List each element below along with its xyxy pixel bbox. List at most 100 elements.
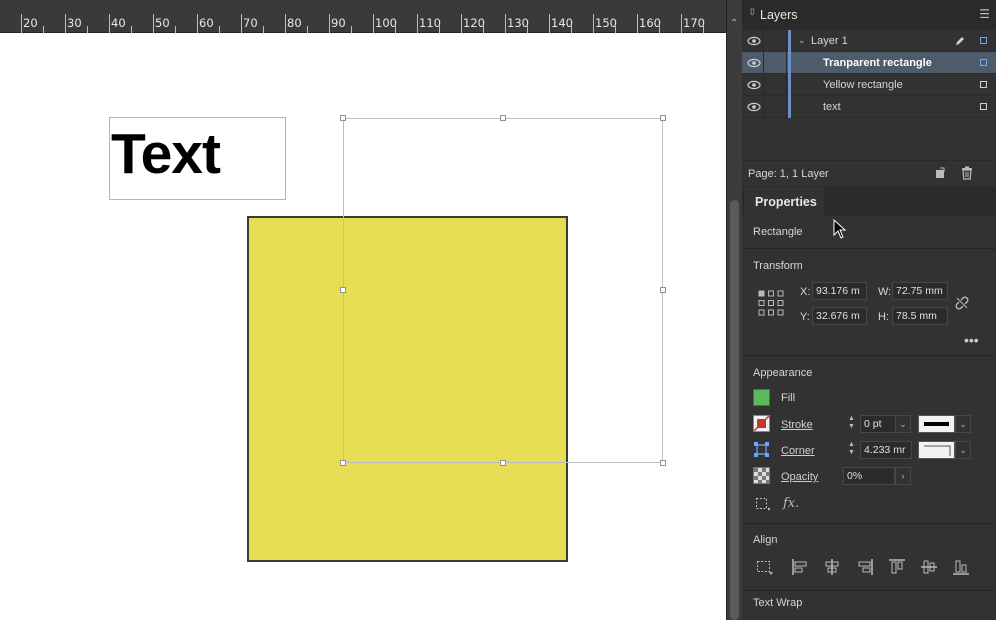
stroke-weight-field[interactable]: 0 pt (860, 415, 896, 433)
trash-icon[interactable] (961, 166, 973, 180)
more-options-icon[interactable]: ••• (964, 332, 979, 348)
object-type: Rectangle (753, 226, 803, 238)
scrollbar-thumb[interactable] (730, 200, 739, 620)
layer-row-transparent-rectangle[interactable]: Tranparent rectangle (742, 52, 996, 74)
corner-icon[interactable] (753, 441, 770, 458)
layer-color-bar (788, 74, 791, 96)
chevron-down-icon[interactable]: ⌄ (895, 415, 911, 433)
resize-handle-bottom[interactable] (500, 460, 506, 466)
new-layer-icon[interactable] (934, 167, 946, 180)
tab-properties[interactable]: Properties (744, 187, 824, 216)
align-to-selection-icon[interactable] (756, 558, 774, 576)
appearance-heading: Appearance (753, 367, 813, 379)
layer-name: Layer 1 (811, 35, 848, 47)
layers-panel-header: ⇳ Layers ☰ (742, 0, 996, 30)
layers-footer: Page: 1, 1 Layer (742, 160, 996, 187)
stroke-type-preview (924, 422, 949, 426)
properties-panel: Rectangle Transform X: 93.176 m W: 72.75… (742, 216, 996, 620)
divider (786, 96, 787, 118)
reference-point-icon[interactable] (758, 290, 784, 316)
eye-icon[interactable] (747, 100, 761, 114)
layers-title: Layers (760, 8, 798, 22)
stroke-type-select[interactable] (918, 415, 955, 433)
divider (763, 96, 764, 118)
effects-frame-icon[interactable] (755, 497, 771, 511)
text-frame-content: Text (111, 122, 221, 186)
align-bottom-icon[interactable] (952, 558, 970, 576)
page-info: Page: 1, 1 Layer (748, 168, 829, 180)
chevron-down-icon[interactable]: ⌄ (955, 415, 971, 433)
layer-row-layer-1[interactable]: ⌄ Layer 1 (742, 30, 996, 52)
align-center-horizontal-icon[interactable] (823, 558, 841, 576)
x-field[interactable]: 93.176 m (812, 282, 867, 300)
corner-label[interactable]: Corner (781, 445, 815, 457)
opacity-field[interactable]: 0% (843, 467, 895, 485)
transform-heading: Transform (753, 260, 803, 272)
layer-name: Tranparent rectangle (823, 57, 932, 69)
section-divider (742, 248, 996, 249)
resize-handle-left[interactable] (340, 287, 346, 293)
corner-size-field[interactable]: 4.233 mr (860, 441, 912, 459)
chevron-right-icon[interactable]: › (895, 467, 911, 485)
align-center-vertical-icon[interactable] (920, 558, 938, 576)
resize-handle-top-left[interactable] (340, 115, 346, 121)
align-right-icon[interactable] (856, 558, 874, 576)
horizontal-ruler: 20 30 40 50 60 70 80 90 100 110 120 130 … (0, 0, 726, 33)
vertical-scrollbar[interactable]: ⌃ (726, 0, 742, 620)
h-field[interactable]: 78.5 mm (892, 307, 948, 325)
text-wrap-heading: Text Wrap (753, 597, 803, 609)
section-divider (742, 590, 996, 591)
layer-color-bar (788, 52, 791, 74)
layer-target-square[interactable] (980, 59, 987, 66)
section-divider (742, 355, 996, 356)
properties-tabbar: Properties (742, 186, 996, 216)
h-label: H: (878, 311, 889, 323)
layer-target-square[interactable] (980, 103, 987, 110)
layer-row-yellow-rectangle[interactable]: Yellow rectangle (742, 74, 996, 96)
fill-label: Fill (781, 392, 796, 404)
divider (786, 74, 787, 96)
corner-shape-select[interactable] (918, 441, 955, 459)
scroll-up-icon[interactable]: ⌃ (730, 18, 738, 29)
align-left-icon[interactable] (791, 558, 809, 576)
resize-handle-bottom-right[interactable] (660, 460, 666, 466)
divider (786, 52, 787, 74)
properties-title: Properties (755, 195, 817, 209)
stroke-stepper-icon[interactable]: ▲ ▼ (845, 415, 858, 433)
eye-icon[interactable] (747, 78, 761, 92)
stroke-label[interactable]: Stroke (781, 419, 813, 431)
opacity-checker-icon (753, 467, 770, 484)
fx-icon[interactable]: fx. (783, 496, 799, 511)
layer-color-bar (788, 96, 791, 118)
document-canvas[interactable]: 20 30 40 50 60 70 80 90 100 110 120 130 … (0, 0, 726, 620)
chevron-down-icon[interactable]: ⌄ (955, 441, 971, 459)
divider (763, 30, 764, 52)
eye-icon[interactable] (747, 34, 761, 48)
resize-handle-top[interactable] (500, 115, 506, 121)
opacity-label[interactable]: Opacity (781, 471, 818, 483)
panel-menu-icon[interactable]: ☰ (979, 7, 990, 21)
unlink-icon[interactable] (955, 296, 969, 310)
mouse-cursor-icon (833, 219, 847, 239)
layer-color-bar (788, 30, 791, 52)
text-frame[interactable]: Text (109, 117, 286, 200)
layer-row-text[interactable]: text (742, 96, 996, 118)
resize-handle-right[interactable] (660, 287, 666, 293)
resize-handle-top-right[interactable] (660, 115, 666, 121)
collapse-icon[interactable]: ⇳ (748, 7, 756, 18)
align-top-icon[interactable] (888, 558, 906, 576)
eye-icon[interactable] (747, 56, 761, 70)
ruler-ticks (21, 14, 704, 33)
resize-handle-bottom-left[interactable] (340, 460, 346, 466)
align-heading: Align (753, 534, 778, 546)
y-field[interactable]: 32.676 m (812, 307, 867, 325)
chevron-down-icon[interactable]: ⌄ (798, 35, 806, 46)
fill-swatch[interactable] (753, 389, 770, 406)
w-field[interactable]: 72.75 mm (892, 282, 948, 300)
transparent-rectangle-selection[interactable] (343, 118, 663, 463)
layer-target-square[interactable] (980, 81, 987, 88)
corner-stepper-icon[interactable]: ▲ ▼ (845, 441, 858, 459)
layer-target-square[interactable] (980, 37, 987, 44)
layer-name: text (823, 101, 841, 113)
stroke-swatch-icon[interactable] (753, 415, 770, 432)
